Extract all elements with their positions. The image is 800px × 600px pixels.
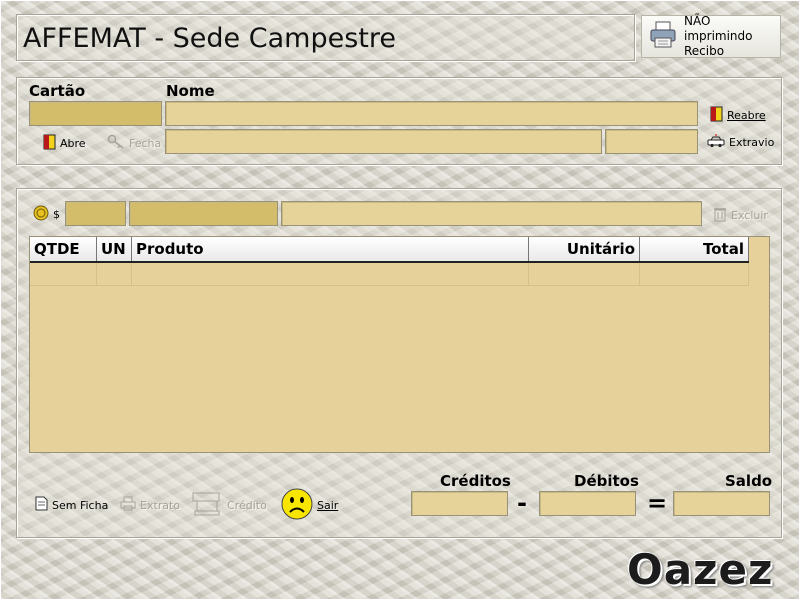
- saldo-label: Saldo: [725, 472, 773, 490]
- table-row[interactable]: [30, 263, 749, 286]
- abre-button[interactable]: Abre: [43, 134, 86, 153]
- fecha-button[interactable]: Fecha: [107, 134, 161, 153]
- sad-face-icon: [281, 488, 313, 523]
- reabre-label: Reabre: [727, 109, 766, 122]
- column-header-unitario[interactable]: Unitário: [529, 237, 640, 261]
- extravio-label: Extravio: [729, 136, 775, 149]
- item-search-field[interactable]: [129, 201, 278, 226]
- nome-detail-field[interactable]: [165, 129, 602, 154]
- table-cell-produto: [132, 263, 529, 285]
- extrato-button[interactable]: Extrato: [120, 496, 180, 514]
- print-toggle-line2: Recibo: [684, 44, 725, 58]
- printer-icon: [120, 496, 136, 514]
- debitos-label: Débitos: [574, 472, 639, 490]
- excluir-label: Excluir: [731, 209, 768, 222]
- items-table[interactable]: QTDE UN Produto Unitário Total: [29, 236, 770, 453]
- currency-selector[interactable]: $: [33, 205, 60, 224]
- credito-button[interactable]: Crédito: [191, 491, 267, 520]
- cash-register-icon: [191, 491, 223, 520]
- car-icon: [707, 134, 725, 151]
- table-cell-un: [97, 263, 132, 285]
- print-receipt-toggle[interactable]: NÃO imprimindo Recibo: [641, 14, 781, 58]
- sem-ficha-label: Sem Ficha: [52, 498, 109, 512]
- card-icon: [710, 106, 723, 125]
- column-header-total[interactable]: Total: [640, 237, 749, 261]
- equals-sign: =: [647, 489, 668, 517]
- creditos-label: Créditos: [440, 472, 511, 490]
- extravio-button[interactable]: Extravio: [707, 134, 774, 151]
- minus-sign: -: [517, 489, 527, 517]
- reabre-button[interactable]: Reabre: [710, 106, 766, 125]
- creditos-field: [411, 491, 508, 516]
- cartao-field[interactable]: [29, 101, 162, 126]
- item-code-field[interactable]: [65, 201, 126, 226]
- key-icon: [107, 134, 125, 153]
- sair-button[interactable]: Sair: [281, 488, 338, 523]
- table-cell-unitario: [529, 263, 640, 285]
- trash-icon: [713, 206, 727, 225]
- abre-label: Abre: [60, 137, 86, 150]
- currency-symbol: $: [53, 208, 60, 221]
- nome-field[interactable]: [165, 101, 698, 126]
- window-title: AFFEMAT - Sede Campestre: [23, 23, 396, 54]
- item-description-field[interactable]: [281, 201, 702, 226]
- table-header: QTDE UN Produto Unitário Total: [30, 237, 749, 263]
- sair-label: Sair: [317, 499, 339, 512]
- fecha-label: Fecha: [129, 137, 162, 150]
- card-icon: [43, 134, 56, 153]
- column-header-produto[interactable]: Produto: [132, 237, 529, 261]
- cartao-label: Cartão: [29, 82, 86, 100]
- printer-icon: [648, 20, 678, 54]
- saldo-field: [673, 491, 770, 516]
- table-cell-total: [640, 263, 749, 285]
- debitos-field: [539, 491, 636, 516]
- document-icon: [35, 496, 48, 514]
- extrato-label: Extrato: [140, 498, 181, 512]
- credito-label: Crédito: [227, 499, 267, 512]
- excluir-button[interactable]: Excluir: [713, 206, 768, 225]
- nome-extra-field[interactable]: [605, 129, 698, 154]
- column-header-un[interactable]: UN: [97, 237, 132, 261]
- column-header-qtde[interactable]: QTDE: [30, 237, 97, 261]
- coin-icon: [33, 205, 49, 224]
- nome-label: Nome: [166, 82, 215, 100]
- oazez-logo: Oazez: [627, 545, 774, 594]
- sem-ficha-button[interactable]: Sem Ficha: [35, 496, 108, 514]
- table-cell-qtde: [30, 263, 97, 285]
- print-toggle-line1: NÃO imprimindo: [684, 14, 753, 43]
